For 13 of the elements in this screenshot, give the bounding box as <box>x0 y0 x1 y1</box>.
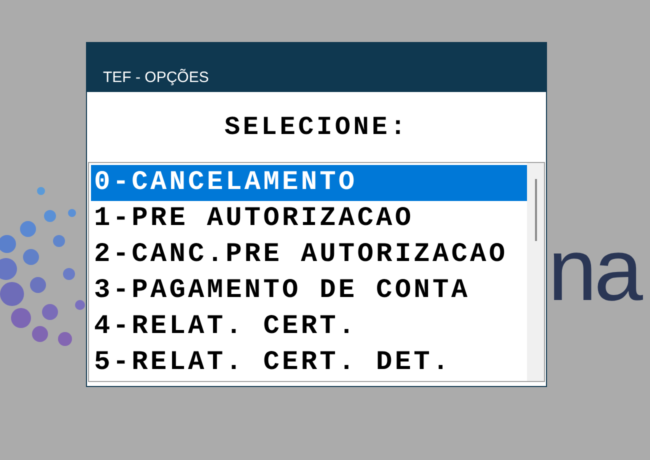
prompt-label: SELECIONE: <box>224 111 409 144</box>
window-title: TEF - OPÇÕES <box>103 68 209 88</box>
option-item[interactable]: 1-PRE AUTORIZACAO <box>91 201 527 237</box>
scrollbar-thumb[interactable] <box>534 179 536 241</box>
options-list[interactable]: 0-CANCELAMENTO 1-PRE AUTORIZACAO 2-CANC.PRE AUTORIZACAO 3-PAGAMENTO DE CONTA 4-RELAT. CERT. 5-RELAT. CERT. DET. <box>88 162 545 382</box>
scrollbar[interactable] <box>527 163 544 381</box>
logo-text: na <box>548 226 640 314</box>
option-item[interactable]: 2-CANC.PRE AUTORIZACAO <box>91 237 527 273</box>
option-item[interactable]: 4-RELAT. CERT. <box>91 309 527 345</box>
option-item[interactable]: 5-RELAT. CERT. DET. <box>91 345 527 381</box>
logo-dots-icon <box>0 186 88 348</box>
option-item[interactable]: 3-PAGAMENTO DE CONTA <box>91 273 527 309</box>
option-item[interactable]: 0-CANCELAMENTO <box>91 165 527 201</box>
